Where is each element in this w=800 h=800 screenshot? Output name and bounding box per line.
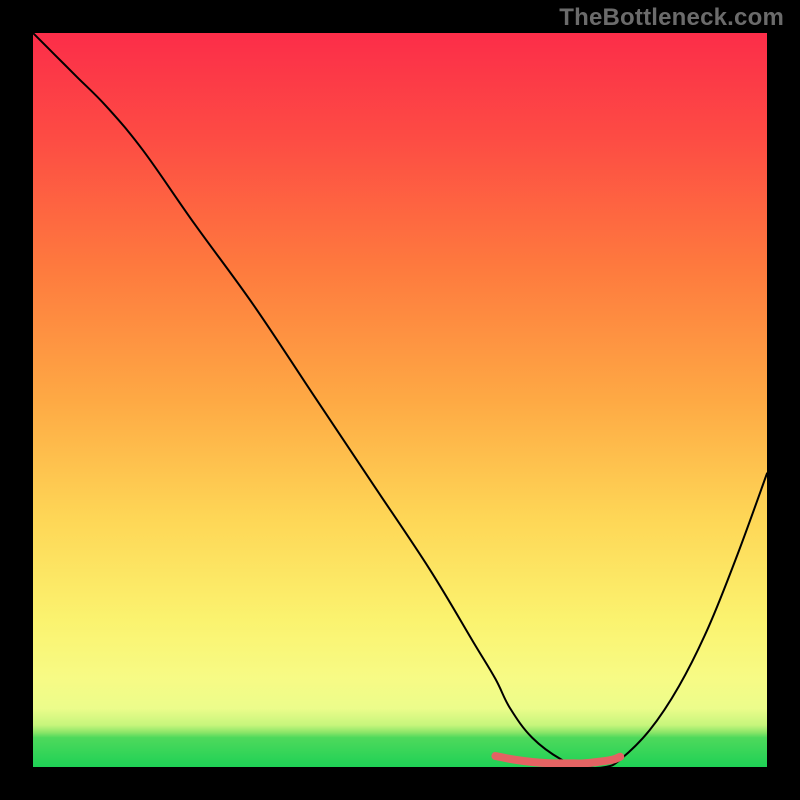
gradient-background	[33, 33, 767, 767]
chart-plot	[33, 33, 767, 767]
chart-frame: TheBottleneck.com	[0, 0, 800, 800]
watermark-text: TheBottleneck.com	[559, 4, 784, 32]
